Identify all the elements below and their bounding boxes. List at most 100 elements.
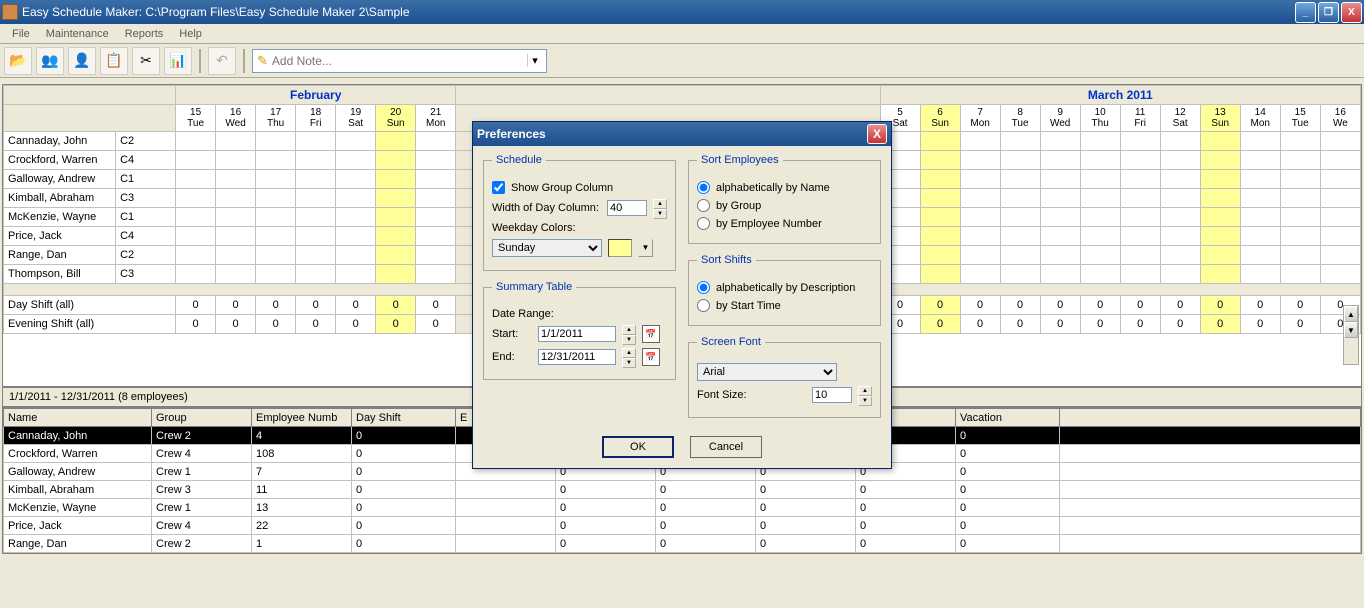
color-swatch xyxy=(608,239,632,257)
app-icon xyxy=(2,4,18,20)
dialog-titlebar: Preferences X xyxy=(473,122,891,146)
weekday-colors-label: Weekday Colors: xyxy=(492,222,576,234)
schedule-legend: Schedule xyxy=(492,154,546,166)
open-icon[interactable]: 📂 xyxy=(4,47,32,75)
employee-group: C4 xyxy=(116,151,176,170)
employee-group: C1 xyxy=(116,208,176,227)
summary-legend: Summary Table xyxy=(492,281,576,293)
cancel-button[interactable]: Cancel xyxy=(690,436,762,458)
sort-emp-group-radio[interactable] xyxy=(697,199,710,212)
start-calendar-icon[interactable]: 📅 xyxy=(642,325,660,343)
end-date-input[interactable] xyxy=(538,349,616,365)
start-spinner[interactable]: ▲▼ xyxy=(622,325,636,343)
summary-col-header[interactable]: Employee Numb xyxy=(252,409,352,427)
preferences-dialog: Preferences X Schedule Show Group Column… xyxy=(472,121,892,469)
employee-name: Galloway, Andrew xyxy=(4,170,116,189)
start-date-input[interactable] xyxy=(538,326,616,342)
sort-shifts-fieldset: Sort Shifts alphabetically by Descriptio… xyxy=(688,254,881,326)
close-button[interactable]: X xyxy=(1341,2,1362,23)
day-header: 16We xyxy=(1320,105,1360,132)
day-header: 9Wed xyxy=(1040,105,1080,132)
color-dropdown[interactable]: ▼ xyxy=(638,239,653,257)
width-input[interactable] xyxy=(607,200,647,216)
clipboard-icon[interactable]: 📋 xyxy=(100,47,128,75)
separator xyxy=(199,49,201,73)
schedule-fieldset: Schedule Show Group Column Width of Day … xyxy=(483,154,676,271)
font-size-spinner[interactable]: ▲▼ xyxy=(858,386,872,404)
employee-name: Range, Dan xyxy=(4,246,116,265)
summary-row[interactable]: Price, JackCrew 422000000 xyxy=(4,517,1361,535)
add-note-input[interactable] xyxy=(272,54,527,68)
sort-emp-number-radio[interactable] xyxy=(697,217,710,230)
sort-shifts-desc-radio[interactable] xyxy=(697,281,710,294)
day-header: 19Sat xyxy=(336,105,376,132)
employee-name: Crockford, Warren xyxy=(4,151,116,170)
end-spinner[interactable]: ▲▼ xyxy=(622,348,636,366)
vertical-scrollbar[interactable]: ▲ ▼ xyxy=(1343,305,1359,365)
summary-col-header[interactable]: Name xyxy=(4,409,152,427)
day-header: 15Tue xyxy=(176,105,216,132)
summary-col-header[interactable]: Group xyxy=(152,409,252,427)
day-header: 21Mon xyxy=(416,105,456,132)
summary-row[interactable]: Range, DanCrew 21000000 xyxy=(4,535,1361,553)
employee-group: C1 xyxy=(116,170,176,189)
show-group-checkbox[interactable] xyxy=(492,181,505,194)
ok-button[interactable]: OK xyxy=(602,436,674,458)
font-legend: Screen Font xyxy=(697,336,765,348)
summary-col-header[interactable]: Vacation xyxy=(956,409,1060,427)
undo-icon[interactable]: ↶ xyxy=(208,47,236,75)
scissors-icon[interactable]: ✂ xyxy=(132,47,160,75)
sort-employees-fieldset: Sort Employees alphabetically by Name by… xyxy=(688,154,881,244)
toolbar: 📂 👥 👤 📋 ✂ 📊 ↶ ✎ ▾ xyxy=(0,44,1364,78)
summary-table-fieldset: Summary Table Date Range: Start: ▲▼ 📅 En… xyxy=(483,281,676,380)
employee-group: C4 xyxy=(116,227,176,246)
font-select[interactable]: Arial xyxy=(697,363,837,381)
start-label: Start: xyxy=(492,328,532,340)
summary-row[interactable]: McKenzie, WayneCrew 113000000 xyxy=(4,499,1361,517)
minimize-button[interactable]: _ xyxy=(1295,2,1316,23)
employee-name: Kimball, Abraham xyxy=(4,189,116,208)
window-titlebar: Easy Schedule Maker: C:\Program Files\Ea… xyxy=(0,0,1364,24)
font-size-input[interactable] xyxy=(812,387,852,403)
add-note-combo[interactable]: ✎ ▾ xyxy=(252,49,547,73)
menu-maintenance[interactable]: Maintenance xyxy=(38,26,117,42)
day-header: 17Thu xyxy=(256,105,296,132)
menu-reports[interactable]: Reports xyxy=(117,26,172,42)
employee-name: McKenzie, Wayne xyxy=(4,208,116,227)
dialog-close-button[interactable]: X xyxy=(867,124,887,144)
chart-icon[interactable]: 📊 xyxy=(164,47,192,75)
month-label: February xyxy=(176,86,456,105)
end-calendar-icon[interactable]: 📅 xyxy=(642,348,660,366)
summary-col-header[interactable]: Day Shift xyxy=(352,409,456,427)
sort-shifts-time-radio[interactable] xyxy=(697,299,710,312)
menu-help[interactable]: Help xyxy=(171,26,210,42)
people-icon[interactable]: 👥 xyxy=(36,47,64,75)
employee-group: C3 xyxy=(116,189,176,208)
scroll-up-icon[interactable]: ▲ xyxy=(1344,306,1358,322)
day-header: 10Thu xyxy=(1080,105,1120,132)
shift-name: Day Shift (all) xyxy=(4,296,176,315)
weekday-select[interactable]: Sunday xyxy=(492,239,602,257)
month-label: March 2011 xyxy=(880,86,1360,105)
day-header: 15Tue xyxy=(1280,105,1320,132)
width-spinner[interactable]: ▲▼ xyxy=(653,199,667,217)
sort-emp-legend: Sort Employees xyxy=(697,154,783,166)
menu-file[interactable]: File xyxy=(4,26,38,42)
sort-emp-name-radio[interactable] xyxy=(697,181,710,194)
dialog-title: Preferences xyxy=(477,127,867,141)
day-header: 20Sun xyxy=(376,105,416,132)
day-header: 16Wed xyxy=(216,105,256,132)
width-label: Width of Day Column: xyxy=(492,202,601,214)
pencil-icon: ✎ xyxy=(257,53,268,69)
day-header: 6Sun xyxy=(920,105,960,132)
person-icon[interactable]: 👤 xyxy=(68,47,96,75)
scroll-down-icon[interactable]: ▼ xyxy=(1344,322,1358,338)
summary-row[interactable]: Kimball, AbrahamCrew 311000000 xyxy=(4,481,1361,499)
employee-name: Price, Jack xyxy=(4,227,116,246)
end-label: End: xyxy=(492,351,532,363)
day-header: 8Tue xyxy=(1000,105,1040,132)
maximize-button[interactable]: ❐ xyxy=(1318,2,1339,23)
window-title: Easy Schedule Maker: C:\Program Files\Ea… xyxy=(22,5,1293,19)
dropdown-icon[interactable]: ▾ xyxy=(527,54,542,67)
employee-name: Thompson, Bill xyxy=(4,265,116,284)
